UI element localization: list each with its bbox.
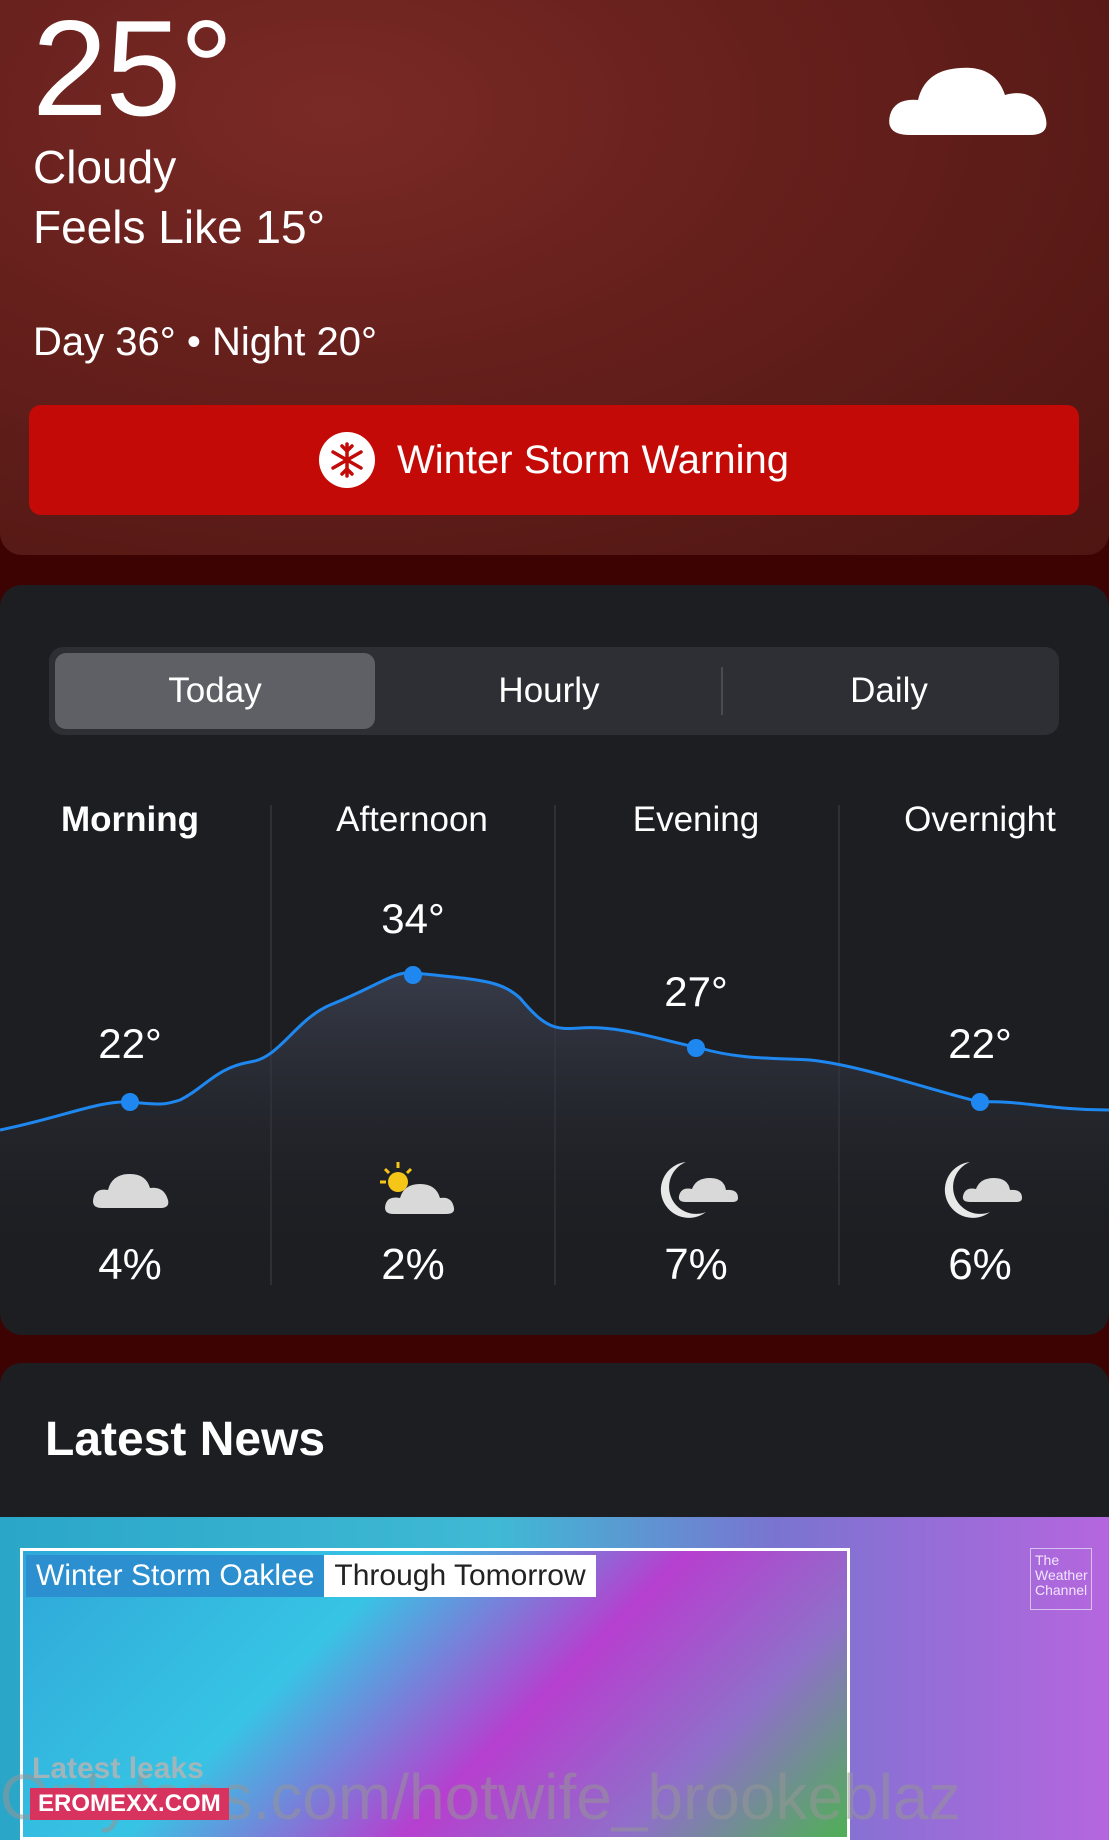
partly-sunny-icon — [380, 1162, 455, 1214]
temp-point-evening — [687, 1039, 705, 1057]
cloud-icon — [93, 1174, 169, 1208]
precip-evening: 7% — [664, 1240, 728, 1289]
forecast-tab-bar: Today Hourly Daily — [49, 647, 1059, 735]
precip-morning: 4% — [98, 1240, 162, 1289]
moon-cloud-icon — [944, 1162, 1022, 1218]
period-label-evening: Evening — [632, 800, 760, 839]
precip-afternoon: 2% — [381, 1240, 445, 1289]
tab-daily[interactable]: Daily — [729, 647, 1049, 735]
period-label-overnight: Overnight — [904, 800, 1056, 839]
current-temperature: 25° — [32, 0, 234, 144]
snowflake-icon — [319, 432, 376, 488]
temp-morning: 22° — [98, 1020, 162, 1067]
moon-cloud-icon — [660, 1162, 738, 1218]
period-label-afternoon: Afternoon — [336, 800, 488, 839]
latest-news-heading: Latest News — [45, 1413, 326, 1466]
period-label-morning: Morning — [60, 800, 200, 839]
cloud-icon — [889, 67, 1047, 135]
temp-evening: 27° — [664, 968, 728, 1015]
precip-overnight: 6% — [948, 1240, 1012, 1289]
feels-like-text: Feels Like 15° — [33, 201, 325, 253]
temp-point-afternoon — [404, 966, 422, 984]
temp-overnight: 22° — [948, 1020, 1012, 1067]
watermark-line2: EROMEXX.COM — [30, 1788, 229, 1820]
map-title-bar: Winter Storm Oaklee Through Tomorrow — [26, 1555, 596, 1597]
tab-hourly[interactable]: Hourly — [389, 647, 709, 735]
weather-channel-logo: The Weather Channel — [1030, 1548, 1092, 1610]
tab-divider — [721, 667, 723, 715]
temp-afternoon: 34° — [381, 895, 445, 942]
temp-point-overnight — [971, 1093, 989, 1111]
current-conditions-panel: 25° Cloudy Feels Like 15° Day 36° • Nigh… — [0, 0, 1109, 555]
day-night-temps: Day 36° • Night 20° — [33, 320, 377, 364]
map-title-storm: Winter Storm Oaklee — [26, 1555, 325, 1597]
map-title-timeframe: Through Tomorrow — [324, 1555, 596, 1597]
watermark-line1: Latest leaks — [32, 1752, 204, 1785]
tab-today[interactable]: Today — [55, 647, 375, 735]
alert-label: Winter Storm Warning — [397, 437, 789, 482]
temp-point-morning — [121, 1093, 139, 1111]
temperature-area-fill — [0, 972, 1109, 1270]
winter-storm-warning-banner[interactable]: Winter Storm Warning — [29, 405, 1079, 515]
condition-text: Cloudy — [33, 141, 177, 193]
